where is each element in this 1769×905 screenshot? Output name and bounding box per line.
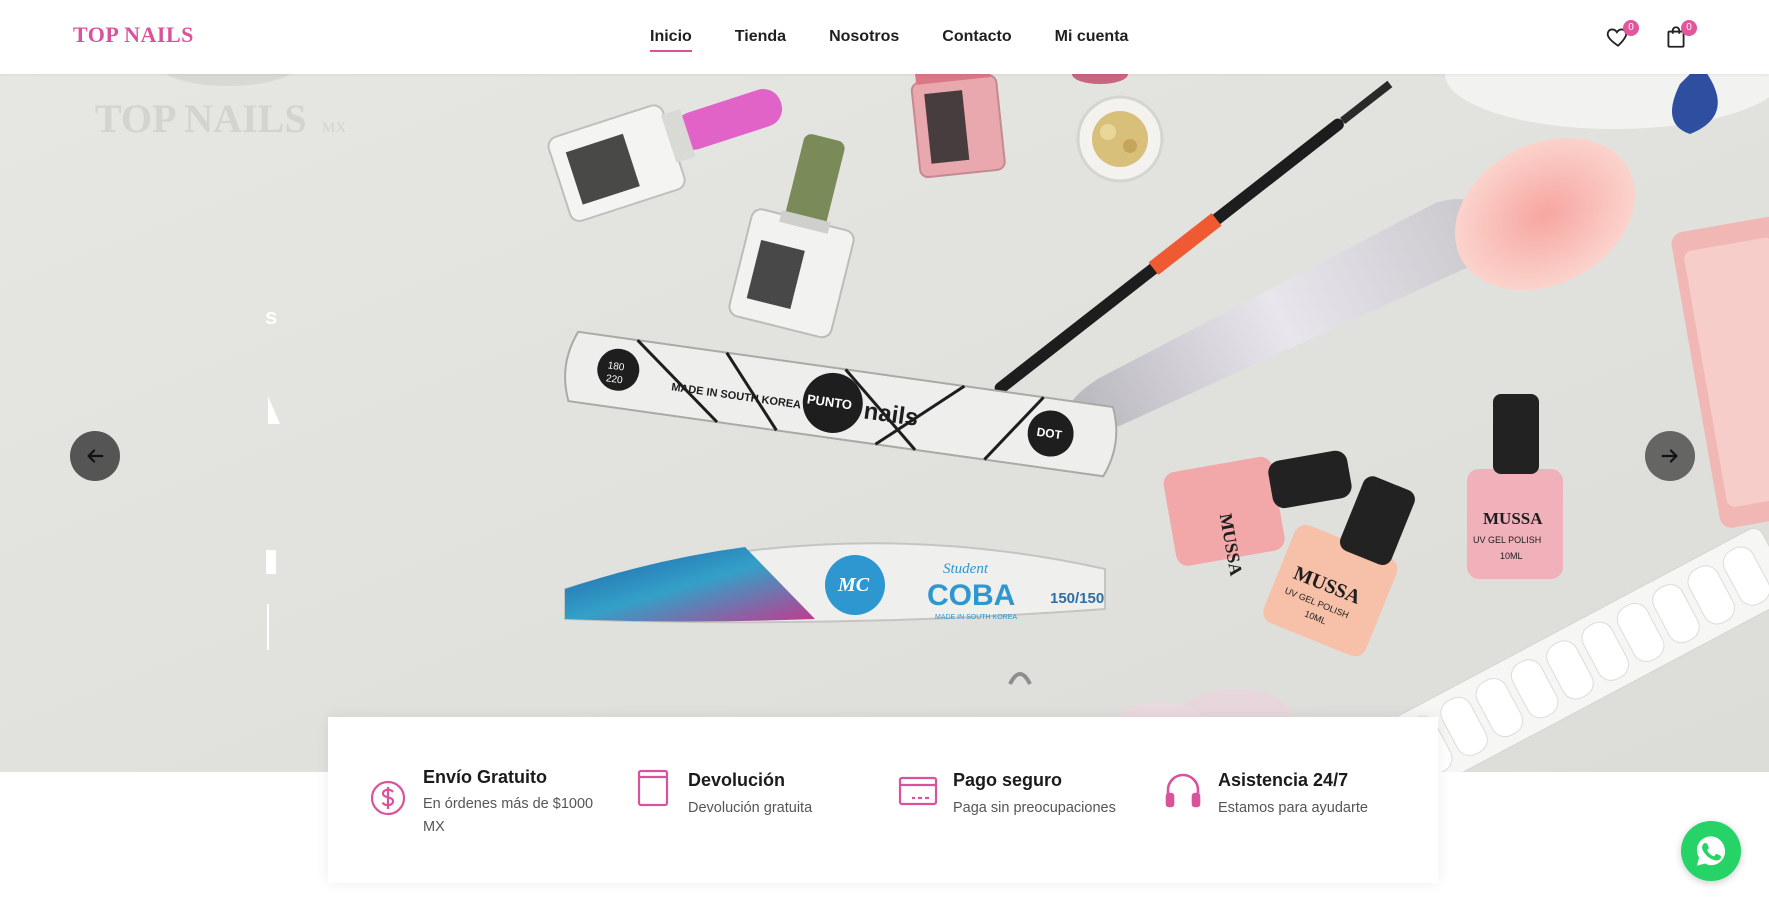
nav-mi-cuenta[interactable]: Mi cuenta	[1055, 22, 1129, 52]
svg-text:MUSSA: MUSSA	[1483, 509, 1543, 528]
svg-text:MC: MC	[837, 574, 870, 596]
nav-tienda[interactable]: Tienda	[735, 22, 786, 52]
feature-devolucion: Devolución Devolución gratuita	[633, 717, 873, 883]
feature-title: Envío Gratuito	[423, 767, 548, 787]
svg-text:150/150: 150/150	[1050, 590, 1104, 607]
feature-title: Pago seguro	[953, 770, 1063, 790]
nav-inicio[interactable]: Inicio	[650, 22, 692, 52]
feature-envio: Envío Gratuito En órdenes más de $1000 M…	[368, 717, 608, 883]
svg-text:MADE IN SOUTH KOREA: MADE IN SOUTH KOREA	[935, 614, 1017, 621]
hero-slider: TOP NAILS MX s 180 220 PUNTO nails MADE …	[0, 74, 1769, 772]
site-header: TOP NAILS Inicio Tienda Nosotros Contact…	[0, 0, 1769, 74]
arrow-right-icon	[1661, 449, 1678, 463]
main-nav: Inicio Tienda Nosotros Contacto Mi cuent…	[650, 0, 1171, 74]
feature-desc: Devolución gratuita	[688, 800, 813, 816]
wishlist-button[interactable]: 0	[1605, 20, 1639, 50]
headset-icon	[1165, 773, 1201, 808]
feature-desc: Estamos para ayudarte	[1218, 800, 1368, 816]
slider-next-button[interactable]	[1645, 431, 1695, 481]
feature-title: Devolución	[688, 770, 786, 790]
hero-slide-image: TOP NAILS MX s 180 220 PUNTO nails MADE …	[0, 74, 1769, 772]
slider-prev-button[interactable]	[70, 431, 120, 481]
feature-asistencia: Asistencia 24/7 Estamos para ayudarte	[1163, 717, 1423, 883]
cart-count-badge: 0	[1681, 20, 1697, 36]
nav-contacto[interactable]: Contacto	[942, 22, 1011, 52]
nav-nosotros[interactable]: Nosotros	[829, 22, 899, 52]
features-bar: Envío Gratuito En órdenes más de $1000 M…	[328, 717, 1438, 883]
cart-button[interactable]: 0	[1663, 20, 1697, 50]
feature-desc: En órdenes más de $1000 MX	[423, 796, 594, 835]
feature-title: Asistencia 24/7	[1218, 770, 1349, 790]
credit-card-icon	[898, 776, 938, 806]
svg-text:COBA: COBA	[927, 579, 1015, 612]
svg-text:Student: Student	[943, 561, 989, 577]
site-logo[interactable]: TOP NAILS	[73, 22, 194, 48]
svg-text:10ML: 10ML	[1500, 551, 1523, 561]
svg-text:s: s	[265, 304, 277, 329]
dollar-icon	[370, 780, 406, 816]
whatsapp-icon	[1696, 836, 1726, 866]
wishlist-count-badge: 0	[1623, 20, 1639, 36]
return-icon	[637, 769, 669, 807]
svg-text:TOP NAILS: TOP NAILS	[95, 96, 307, 141]
whatsapp-button[interactable]	[1681, 821, 1741, 881]
svg-text:MX: MX	[322, 120, 346, 136]
feature-desc: Paga sin preocupaciones	[953, 800, 1116, 816]
feature-pago: Pago seguro Paga sin preocupaciones	[898, 717, 1158, 883]
arrow-left-icon	[87, 449, 104, 463]
svg-text:UV GEL POLISH: UV GEL POLISH	[1473, 535, 1541, 545]
